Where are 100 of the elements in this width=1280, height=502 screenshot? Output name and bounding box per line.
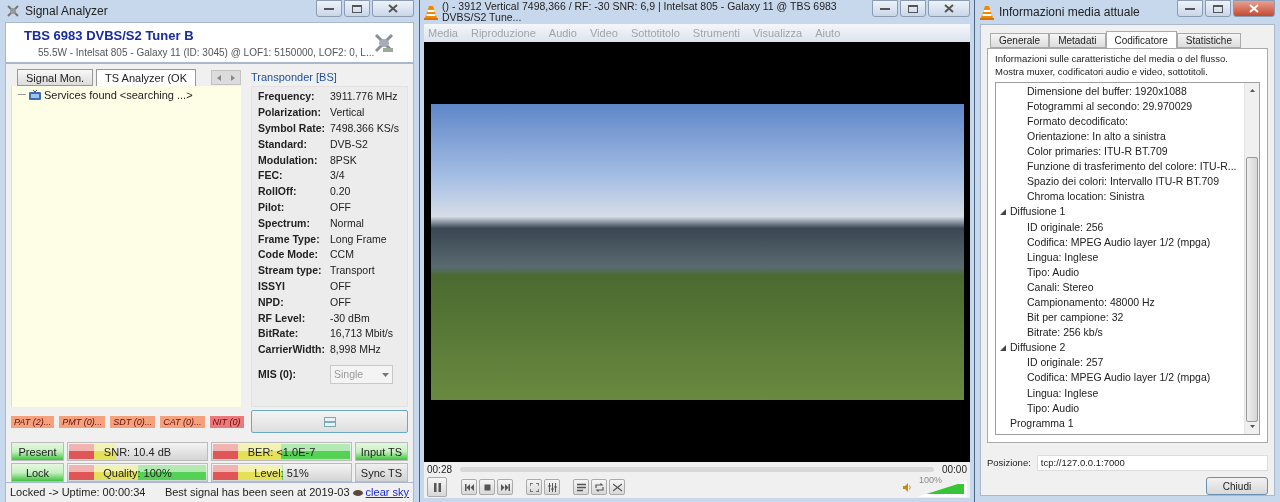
property-value: 16,713 Mbit/s xyxy=(330,326,394,342)
property-label: RF Level: xyxy=(258,310,307,326)
tree-item[interactable]: Tipo: Audio xyxy=(1027,400,1080,417)
next-icon xyxy=(500,482,510,492)
scrollbar[interactable] xyxy=(1244,83,1259,434)
tab[interactable]: Generale xyxy=(990,33,1050,48)
tree-connector-line xyxy=(18,94,26,97)
best-signal-text: Best signal has been seen at 2019-03 xyxy=(164,485,350,501)
window-title: Informazioni media attuale xyxy=(999,4,1141,21)
property-label: RollOff: xyxy=(258,184,298,200)
minimize-button[interactable] xyxy=(872,0,898,17)
close-button[interactable] xyxy=(1233,0,1275,17)
tree-item[interactable]: ID originale: 256 xyxy=(1027,219,1104,236)
maximize-button[interactable] xyxy=(900,0,926,17)
traffic-cone-icon xyxy=(424,4,438,20)
tree-item[interactable]: Spazio dei colori: Intervallo ITU-R BT.709 xyxy=(1027,174,1219,190)
tree-item[interactable]: Codifica: MPEG Audio layer 1/2 (mpga) xyxy=(1027,234,1211,251)
stop-icon xyxy=(482,482,492,492)
loop-icon xyxy=(594,482,604,492)
location-field[interactable]: tcp://127.0.0.1:7000 xyxy=(1036,455,1268,471)
tab[interactable]: Codificatore xyxy=(1105,31,1177,48)
maximize-button[interactable] xyxy=(344,0,370,17)
maximize-icon xyxy=(352,4,362,13)
close-button[interactable] xyxy=(372,0,414,17)
property-value: OFF xyxy=(330,278,351,294)
property-value: 3/4 xyxy=(330,168,345,184)
tab[interactable]: TS Analyzer (OK xyxy=(96,69,196,87)
property-value: Vertical xyxy=(330,105,365,121)
playlist-button[interactable] xyxy=(573,479,589,495)
tree-item[interactable]: Lingua: Inglese xyxy=(1027,385,1099,402)
tree-item[interactable]: Services found <searching ...> xyxy=(44,87,193,104)
property-value: Normal xyxy=(330,215,364,231)
tree-item[interactable]: Programma 1 xyxy=(1010,415,1074,432)
tree-item[interactable]: Canali: Stereo xyxy=(1027,279,1094,296)
tree-item[interactable]: Dimensione del buffer: 1920x1088 xyxy=(1027,83,1187,100)
tree-item[interactable]: Color primaries: ITU-R BT.709 xyxy=(1027,144,1168,160)
expanded-triangle-icon[interactable] xyxy=(1000,209,1006,216)
property-value: Long Frame xyxy=(330,231,387,247)
device-subtitle: 55.5W - Intelsat 805 - Galaxy 11 (ID: 3045) @ LOF1: 5150000, LOF2: 0, L... xyxy=(37,46,375,61)
tab[interactable]: Metadati xyxy=(1049,33,1106,48)
property-value: 7498.366 KS/s xyxy=(330,121,399,136)
tree-item[interactable]: Orientazione: In alto a sinistra xyxy=(1027,128,1166,145)
status-indicator: Lock xyxy=(11,463,64,483)
arrow-right-icon xyxy=(231,74,235,81)
property-label: Frequency: xyxy=(258,89,316,105)
property-label: Frame Type: xyxy=(258,231,321,247)
tree-item[interactable]: Codifica: MPEG Audio layer 1/2 (mpga) xyxy=(1027,370,1211,387)
tree-item[interactable]: Fotogrammi al secondo: 29.970029 xyxy=(1027,98,1193,115)
table-status-tag: CAT (0)... xyxy=(160,416,205,429)
fullscreen-button[interactable] xyxy=(526,479,542,495)
property-label: Spectrum: xyxy=(258,215,311,231)
tree-item[interactable]: Diffusione 2 xyxy=(1010,340,1066,356)
tree-item[interactable]: Diffusione 1 xyxy=(1010,204,1066,221)
equalizer-button[interactable] xyxy=(544,479,560,495)
volume-label: 100% xyxy=(919,474,943,487)
tv-icon xyxy=(29,90,41,101)
loop-button[interactable] xyxy=(591,479,607,495)
tree-item[interactable]: Chroma location: Sinistra xyxy=(1027,189,1145,206)
status-indicator: Present xyxy=(11,442,64,462)
clear-sky-link[interactable]: clear sky xyxy=(365,484,409,501)
property-value: 0.20 xyxy=(330,184,351,200)
shuffle-icon xyxy=(612,482,622,492)
property-value: OFF xyxy=(330,294,351,310)
arrow-left-icon xyxy=(217,74,221,81)
shuffle-button[interactable] xyxy=(609,479,625,495)
tree-item[interactable]: Bitrate: 256 kb/s xyxy=(1027,325,1103,341)
tree-item[interactable]: Funzione di trasferimento del colore: ITU-R... xyxy=(1027,159,1237,175)
tree-item[interactable]: Tipo: Audio xyxy=(1027,264,1080,281)
expanded-triangle-icon[interactable] xyxy=(1000,345,1006,352)
tree-item[interactable]: Lingua: Inglese xyxy=(1027,249,1099,266)
tab-scroll-arrows[interactable] xyxy=(211,70,241,86)
pause-button[interactable] xyxy=(427,477,447,497)
tree-item[interactable]: Campionamento: 48000 Hz xyxy=(1027,295,1155,311)
tree-item[interactable]: ID originale: 257 xyxy=(1027,355,1104,372)
scrollbar-thumb[interactable] xyxy=(1246,157,1258,422)
close-dialog-button[interactable]: Chiudi xyxy=(1206,477,1268,495)
property-label: MIS (0): xyxy=(258,367,297,383)
maximize-button[interactable] xyxy=(1205,0,1231,17)
minimize-button[interactable] xyxy=(1177,0,1203,17)
close-icon xyxy=(1249,4,1259,13)
device-name: TBS 6983 DVBS/S2 Tuner B xyxy=(24,26,194,45)
stop-button[interactable] xyxy=(479,479,495,495)
tab[interactable]: Signal Mon. xyxy=(17,69,94,87)
next-button[interactable] xyxy=(497,479,513,495)
close-button[interactable] xyxy=(928,0,970,17)
property-label: Polarization: xyxy=(258,105,322,121)
property-label: NPD: xyxy=(258,294,285,310)
caret-icon xyxy=(382,372,389,377)
tree-item[interactable]: Formato decodificato: xyxy=(1027,113,1128,130)
property-label: Pilot: xyxy=(258,200,286,215)
property-value: -30 dBm xyxy=(330,310,370,326)
previous-button[interactable] xyxy=(461,479,477,495)
minimize-button[interactable] xyxy=(316,0,342,17)
tab[interactable]: Statistiche xyxy=(1176,33,1241,48)
playlist-icon xyxy=(576,482,586,492)
property-value: 8PSK xyxy=(330,152,357,168)
property-label: FEC: xyxy=(258,168,284,184)
meter-label: Level: 51% xyxy=(253,465,310,481)
tree-item[interactable]: Bit per campione: 32 xyxy=(1027,310,1124,326)
property-label: CarrierWidth: xyxy=(258,342,326,358)
